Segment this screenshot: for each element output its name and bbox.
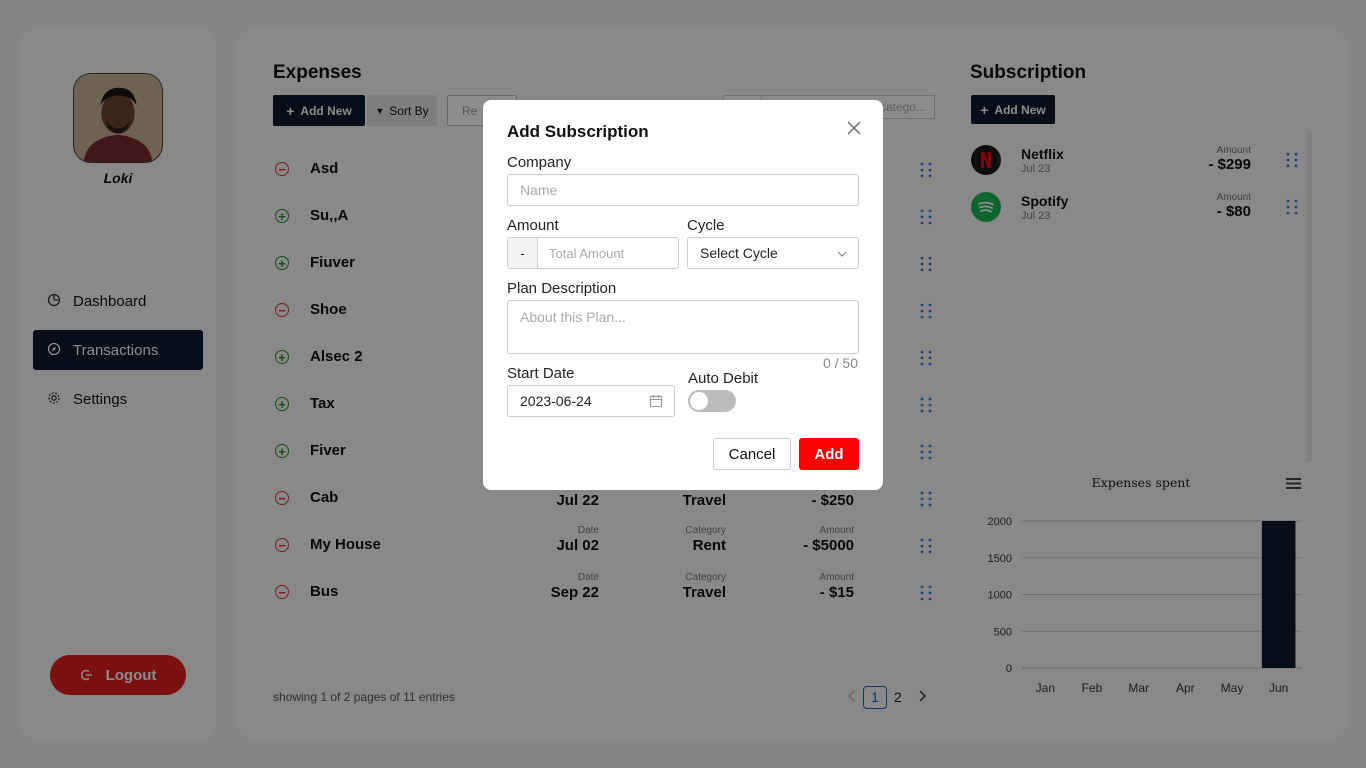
cancel-button[interactable]: Cancel — [713, 438, 791, 470]
auto-debit-toggle[interactable] — [688, 390, 736, 412]
start-date-input[interactable]: 2023-06-24 — [507, 385, 675, 417]
plan-description-input[interactable]: About this Plan... — [507, 300, 859, 354]
plan-char-counter: 0 / 50 — [822, 355, 858, 371]
company-input[interactable]: Name — [507, 174, 859, 206]
calendar-icon — [649, 394, 663, 411]
start-date-label: Start Date — [507, 365, 575, 382]
plan-description-label: Plan Description — [507, 280, 617, 297]
start-date-value: 2023-06-24 — [520, 393, 592, 409]
amount-input[interactable]: Total Amount — [538, 246, 624, 261]
amount-input-group[interactable]: - Total Amount — [507, 237, 679, 269]
chevron-down-icon — [836, 247, 848, 263]
cycle-select[interactable]: Select Cycle — [687, 237, 859, 269]
cycle-select-value: Select Cycle — [700, 245, 778, 261]
close-icon[interactable] — [846, 120, 862, 141]
cycle-label: Cycle — [687, 217, 725, 234]
toggle-knob — [690, 392, 708, 410]
add-subscription-modal: Add Subscription Company Name Amount - T… — [483, 100, 883, 490]
amount-label: Amount — [507, 217, 559, 234]
add-button[interactable]: Add — [799, 438, 859, 470]
amount-sign: - — [508, 238, 538, 268]
company-label: Company — [507, 154, 572, 171]
auto-debit-label: Auto Debit — [688, 370, 759, 387]
modal-title: Add Subscription — [507, 122, 649, 141]
